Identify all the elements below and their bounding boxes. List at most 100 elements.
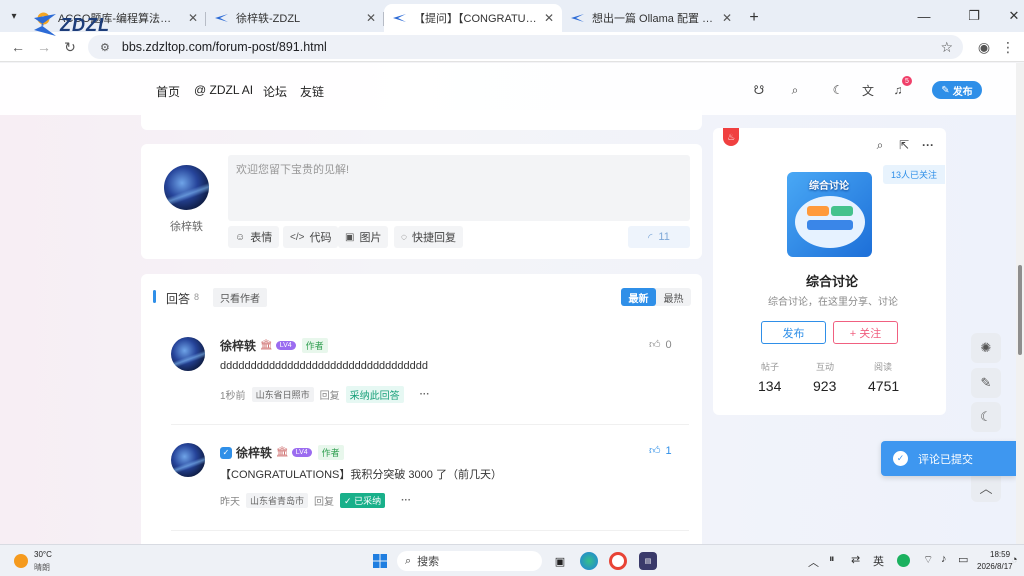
zdzl-favicon-icon: [570, 11, 584, 25]
medal-icon[interactable]: ☋: [751, 82, 767, 98]
answer-1-like[interactable]: 👍︎ 0: [649, 338, 672, 352]
nav-home[interactable]: 首页: [156, 83, 180, 100]
answer-time: 昨天: [220, 497, 240, 508]
browser-tab-2[interactable]: 徐梓轶-ZDZL ✕: [206, 4, 384, 32]
notifications-bell-icon[interactable]: ◔: [1011, 554, 1018, 566]
zdzl-favicon-icon: [214, 11, 228, 25]
avatar[interactable]: [171, 337, 205, 371]
weather-temp[interactable]: 30°C: [34, 550, 52, 559]
tray-chevron-icon[interactable]: ︿: [808, 554, 819, 570]
loading-icon: ◜: [648, 231, 653, 244]
tab-close-icon[interactable]: ✕: [188, 11, 198, 25]
accept-answer-button[interactable]: 采纳此回答: [345, 386, 404, 403]
more-options-icon[interactable]: ···: [920, 137, 936, 153]
ime-indicator[interactable]: 英: [873, 553, 884, 569]
forum-publish-button[interactable]: 发布: [761, 321, 826, 344]
answers-count: 8: [194, 292, 200, 302]
code-button[interactable]: </> 代码: [283, 226, 339, 248]
dark-mode-moon-icon[interactable]: ☾: [830, 82, 846, 98]
reply-link[interactable]: 回复: [320, 387, 340, 402]
restore-icon[interactable]: ❐: [954, 0, 994, 32]
more-options-icon[interactable]: ···: [420, 389, 430, 400]
tab-close-icon[interactable]: ✕: [722, 11, 732, 25]
school-badge-icon: 🏛: [260, 340, 273, 351]
search-icon[interactable]: ⌕: [787, 82, 803, 98]
windows-start-icon[interactable]: [371, 552, 389, 570]
answer-author-name[interactable]: 徐梓轶: [220, 337, 256, 354]
submit-comment-button[interactable]: ◜ 11: [628, 226, 690, 248]
tray-settings-icon[interactable]: ⇄: [851, 553, 860, 566]
comment-input[interactable]: 欢迎您留下宝贵的见解!: [228, 155, 690, 221]
scrollbar-thumb[interactable]: [1018, 265, 1022, 355]
quick-reply-button[interactable]: ◌ 快捷回复: [394, 226, 463, 248]
tab-search-chevron-icon[interactable]: ▾: [0, 0, 28, 32]
dark-mode-moon-icon[interactable]: ☾: [971, 402, 1001, 432]
stat-interact-value: 923: [813, 378, 837, 394]
address-bar[interactable]: ⚙ bbs.zdzltop.com/forum-post/891.html ☆: [88, 35, 963, 59]
back-arrow-icon[interactable]: ←: [8, 37, 28, 57]
app-icon[interactable]: ▤: [639, 552, 657, 570]
sun-weather-icon[interactable]: [14, 554, 28, 568]
share-external-icon[interactable]: ⇱: [896, 137, 912, 153]
edge-browser-icon[interactable]: [580, 552, 598, 570]
school-badge-icon: 🏛: [276, 447, 289, 458]
more-options-icon[interactable]: ···: [401, 495, 411, 506]
profile-icon[interactable]: ◉: [974, 37, 994, 57]
browser-tabstrip: ▾ ACGO题库-编程算法训练_信息学 ✕ 徐梓轶-ZDZL ✕ 【提问】【CO…: [0, 0, 1024, 32]
header-publish-button[interactable]: ✎ 发布: [932, 81, 982, 99]
weather-desc[interactable]: 晴朗: [34, 562, 50, 573]
comment-username: 徐梓轶: [170, 221, 203, 233]
forum-cover-image: 综合讨论: [787, 172, 872, 257]
wechat-tray-icon[interactable]: [897, 554, 910, 567]
meet-icon[interactable]: ⏸: [829, 553, 835, 566]
clock-time[interactable]: 18:59: [990, 550, 1010, 559]
author-only-filter[interactable]: 只看作者: [213, 288, 267, 307]
tab-close-icon[interactable]: ✕: [366, 11, 376, 25]
avatar[interactable]: [171, 443, 205, 477]
ai-chat-icon[interactable]: ✺: [971, 333, 1001, 363]
url-text[interactable]: bbs.zdzltop.com/forum-post/891.html: [122, 40, 327, 54]
reload-icon[interactable]: ↻: [60, 37, 80, 57]
forum-description: 综合讨论，在这里分享、讨论: [768, 297, 898, 308]
wifi-icon[interactable]: ⌔: [923, 553, 933, 567]
back-to-top-icon[interactable]: ︿: [971, 472, 1001, 502]
follow-button[interactable]: + 关注: [833, 321, 898, 344]
site-info-icon[interactable]: ⚙: [100, 41, 110, 54]
nav-ai[interactable]: @ ZDZL AI: [194, 83, 253, 97]
edit-pencil-icon[interactable]: ✎: [971, 368, 1001, 398]
forward-arrow-icon[interactable]: →: [34, 37, 54, 57]
minimize-icon[interactable]: —: [904, 0, 944, 32]
nav-links[interactable]: 友链: [300, 83, 324, 100]
answer-author-name[interactable]: 徐梓轶: [236, 444, 272, 461]
browser-tab-3[interactable]: 【提问】【CONGRATULATIONS】 ✕: [384, 4, 562, 32]
chat-icon: ◌: [401, 231, 407, 243]
close-window-icon[interactable]: ✕: [994, 0, 1024, 32]
search-icon[interactable]: ⌕: [872, 137, 888, 153]
new-tab-plus-icon[interactable]: +: [740, 4, 768, 32]
chrome-browser-icon[interactable]: [609, 552, 627, 570]
section-marker: [153, 290, 156, 303]
emoji-button[interactable]: ☺ 表情: [228, 226, 280, 248]
image-button[interactable]: ▣ 图片: [338, 226, 389, 248]
site-logo[interactable]: ZDZL: [34, 14, 110, 36]
pencil-icon: ✎: [941, 84, 950, 96]
answer-1-content: dddddddddddddddddddddddddddddddddd: [220, 360, 429, 372]
battery-icon[interactable]: ▭: [958, 553, 968, 566]
bookmark-star-icon[interactable]: ☆: [940, 39, 953, 56]
nav-forum[interactable]: 论坛: [263, 83, 287, 100]
translate-icon[interactable]: 文: [860, 82, 876, 98]
volume-icon[interactable]: ♪: [941, 553, 947, 565]
reply-link[interactable]: 回复: [314, 493, 334, 508]
taskbar-search[interactable]: ⌕ 搜索: [397, 551, 542, 571]
tab-close-icon[interactable]: ✕: [544, 11, 554, 25]
sort-hot-tab[interactable]: 最热: [656, 288, 691, 306]
avatar[interactable]: [164, 165, 209, 210]
sort-latest-tab[interactable]: 最新: [621, 288, 656, 306]
windows-taskbar: 30°C 晴朗 ⌕ 搜索 ▣ ▤ ︿ ⏸ ⇄ 英 ⌔ ♪ ▭ 18:59 2026…: [0, 544, 1024, 576]
clock-date[interactable]: 2026/8/17: [977, 562, 1013, 571]
task-view-icon[interactable]: ▣: [551, 552, 569, 570]
answer-2-like[interactable]: 👍︎ 1: [649, 444, 672, 458]
code-icon: </>: [290, 231, 305, 243]
browser-menu-icon[interactable]: ⋮: [998, 37, 1018, 57]
browser-tab-4[interactable]: 想出一篇 Ollama 配置 AI 教程-稀 ✕: [562, 4, 740, 32]
